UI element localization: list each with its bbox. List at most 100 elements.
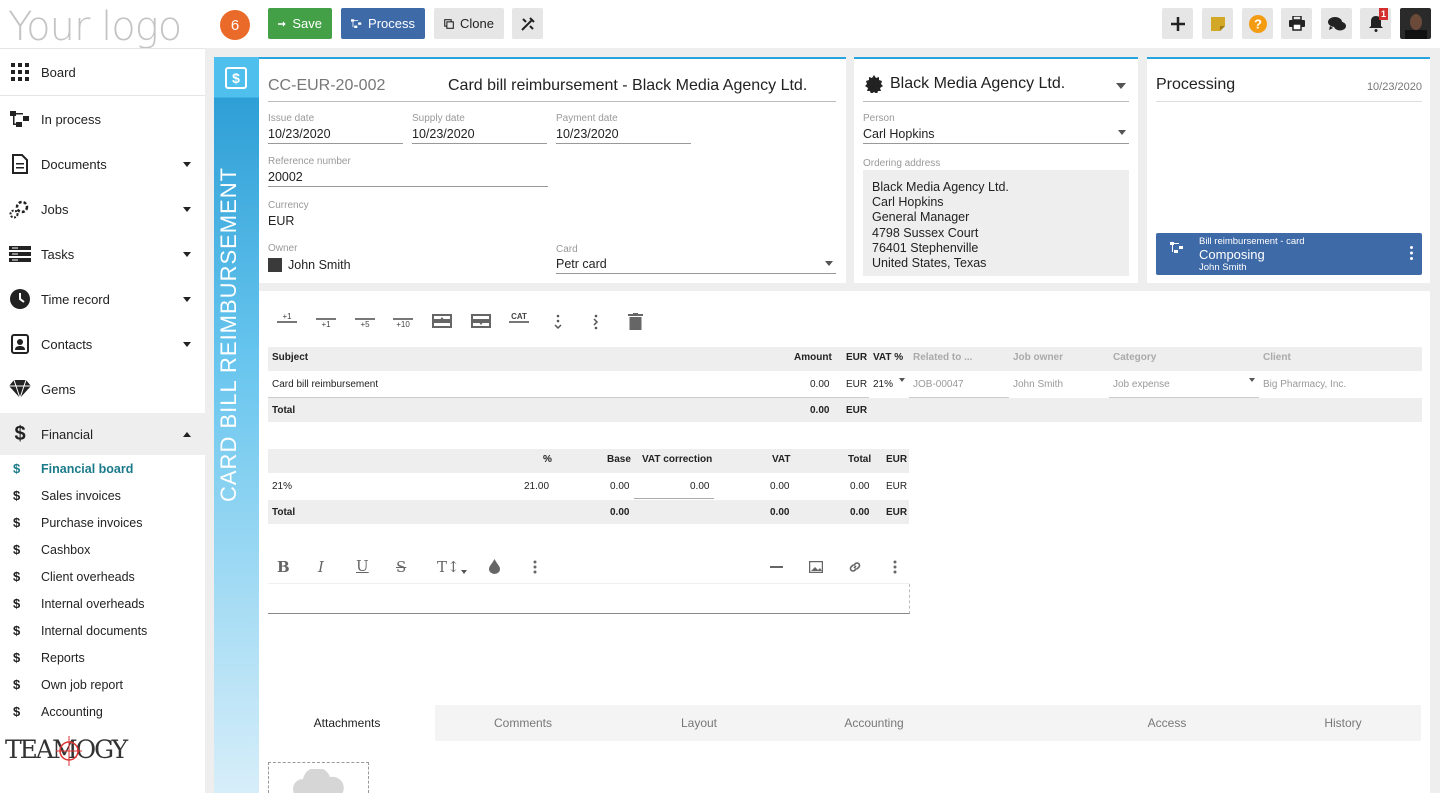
print-button[interactable] — [1281, 8, 1312, 39]
move-up-icon[interactable] — [432, 314, 452, 328]
cell-vat[interactable]: 21% — [873, 379, 893, 390]
tab-history[interactable]: History — [1255, 705, 1431, 741]
user-avatar[interactable] — [1400, 8, 1431, 39]
owner-value[interactable]: John Smith — [288, 258, 351, 272]
sidebar-subitem-own-job-report[interactable]: $ Own job report — [0, 671, 205, 698]
tab-attachments[interactable]: Attachments — [259, 705, 435, 741]
add-five-rows-button[interactable]: +5 — [355, 318, 375, 329]
tools-button[interactable] — [512, 8, 543, 39]
supply-date-field[interactable]: 10/23/2020 — [412, 127, 475, 141]
sidebar-subitem-internal-overheads[interactable]: $ Internal overheads — [0, 590, 205, 617]
chevron-down-icon — [1118, 130, 1126, 135]
tab-comments[interactable]: Comments — [435, 705, 611, 741]
sidebar-item-in-process[interactable]: In process — [0, 98, 205, 140]
payment-date-label: Payment date — [556, 113, 618, 124]
sidebar-item-tasks[interactable]: Tasks — [0, 233, 205, 275]
notification-count-badge[interactable]: 6 — [220, 10, 250, 40]
sidebar-subitem-sales-invoices[interactable]: $ Sales invoices — [0, 482, 205, 509]
expand-columns-icon[interactable] — [591, 314, 601, 330]
items-table-header — [268, 347, 1422, 371]
cell-amount[interactable]: 0.00 — [810, 379, 829, 390]
workflow-name: Bill reimbursement - card — [1199, 236, 1305, 247]
underline-icon[interactable]: U — [356, 557, 369, 575]
add-row-below-button[interactable]: +1 — [316, 318, 336, 329]
chevron-up-icon — [183, 432, 191, 437]
font-size-icon[interactable]: T↕ — [437, 558, 460, 576]
sidebar-subitem-internal-documents[interactable]: $ Internal documents — [0, 617, 205, 644]
add-row-above-button[interactable]: +1 — [277, 312, 297, 323]
vat-total-label: Total — [272, 507, 296, 518]
bold-icon[interactable]: B — [277, 558, 290, 576]
sidebar-item-documents[interactable]: Documents — [0, 143, 205, 185]
issue-date-field[interactable]: 10/23/2020 — [268, 127, 331, 141]
more-vertical-icon[interactable] — [1410, 246, 1413, 260]
chat-button[interactable] — [1321, 8, 1352, 39]
dollar-icon: $ — [13, 488, 21, 503]
cell-job-owner[interactable]: John Smith — [1013, 379, 1063, 390]
sidebar-item-gems[interactable]: Gems — [0, 368, 205, 410]
payment-date-field[interactable]: 10/23/2020 — [556, 127, 619, 141]
document-type-band: $ CARD BILL REIMBURSEMENT — [214, 57, 259, 793]
clone-icon — [444, 18, 454, 29]
ordering-address[interactable]: Black Media Agency Ltd. Carl Hopkins Gen… — [863, 170, 1129, 276]
sidebar-subitem-label: Internal documents — [41, 623, 148, 638]
move-down-icon[interactable] — [471, 314, 491, 328]
cell-category[interactable]: Job expense — [1113, 379, 1170, 390]
category-button[interactable]: CAT — [509, 312, 529, 323]
sidebar-item-jobs[interactable]: Jobs — [0, 188, 205, 230]
help-button[interactable]: ? — [1242, 8, 1273, 39]
seal-icon — [865, 75, 883, 93]
note-editor[interactable] — [268, 584, 910, 614]
image-icon[interactable] — [809, 561, 823, 573]
chevron-down-icon[interactable] — [1116, 83, 1126, 89]
vat-header-currency: EUR — [886, 454, 908, 465]
sidebar-subitem-client-overheads[interactable]: $ Client overheads — [0, 563, 205, 590]
tab-access[interactable]: Access — [1079, 705, 1255, 741]
cell-related[interactable]: JOB-00047 — [913, 379, 964, 390]
reference-number-field[interactable]: 20002 — [268, 170, 303, 184]
sidebar-subitem-purchase-invoices[interactable]: $ Purchase invoices — [0, 509, 205, 536]
process-button[interactable]: Process — [341, 8, 425, 39]
sidebar-item-label: Time record — [41, 291, 110, 307]
add-button[interactable] — [1162, 8, 1193, 39]
tab-accounting[interactable]: Accounting — [786, 705, 962, 741]
sidebar-subitem-label: Cashbox — [41, 542, 91, 557]
cell-client[interactable]: Big Pharmacy, Inc. — [1263, 379, 1346, 390]
more-vertical-icon[interactable] — [533, 560, 537, 574]
clone-button[interactable]: Clone — [434, 8, 504, 39]
sidebar-subitem-cashbox[interactable]: $ Cashbox — [0, 536, 205, 563]
expand-rows-icon[interactable] — [553, 314, 563, 330]
delete-icon[interactable] — [628, 313, 643, 330]
link-icon[interactable] — [848, 560, 862, 574]
upload-dropzone[interactable] — [268, 762, 369, 793]
sidebar-subitem-label: Financial board — [41, 461, 134, 476]
strikethrough-icon[interactable]: S — [396, 558, 406, 576]
save-button[interactable]: Save — [268, 8, 332, 39]
sidebar-item-time-record[interactable]: Time record — [0, 278, 205, 320]
sidebar-subitem-financial-board[interactable]: $ Financial board — [0, 455, 205, 482]
document-title[interactable]: Card bill reimbursement - Black Media Ag… — [448, 77, 807, 95]
italic-icon[interactable]: I — [318, 558, 324, 576]
workflow-step-card[interactable]: Bill reimbursement - card Composing John… — [1156, 233, 1422, 275]
chevron-down-icon — [825, 261, 833, 266]
sidebar-item-board[interactable]: Board — [0, 51, 205, 93]
title-underline — [268, 101, 836, 102]
sidebar-item-financial[interactable]: $ Financial — [0, 413, 205, 455]
divider — [0, 95, 205, 96]
card-select[interactable]: Petr card — [556, 257, 607, 271]
process-button-label: Process — [368, 16, 415, 31]
person-select[interactable]: Carl Hopkins — [863, 127, 935, 141]
sidebar-subitem-reports[interactable]: $ Reports — [0, 644, 205, 671]
cell-subject[interactable]: Card bill reimbursement — [272, 379, 378, 390]
sidebar-item-contacts[interactable]: Contacts — [0, 323, 205, 365]
horizontal-rule-icon[interactable] — [770, 566, 783, 568]
brand-area: TEAMOGY — [0, 720, 205, 793]
add-ten-rows-button[interactable]: +10 — [393, 318, 413, 329]
sticky-note-button[interactable] — [1202, 8, 1233, 39]
client-name[interactable]: Black Media Agency Ltd. — [890, 75, 1065, 93]
tab-layout[interactable]: Layout — [611, 705, 787, 741]
more-vertical-icon[interactable] — [893, 560, 897, 574]
color-drop-icon[interactable] — [489, 559, 500, 574]
vat-cell-correction[interactable]: 0.00 — [690, 481, 709, 492]
notifications-button[interactable]: 1 — [1360, 8, 1391, 39]
